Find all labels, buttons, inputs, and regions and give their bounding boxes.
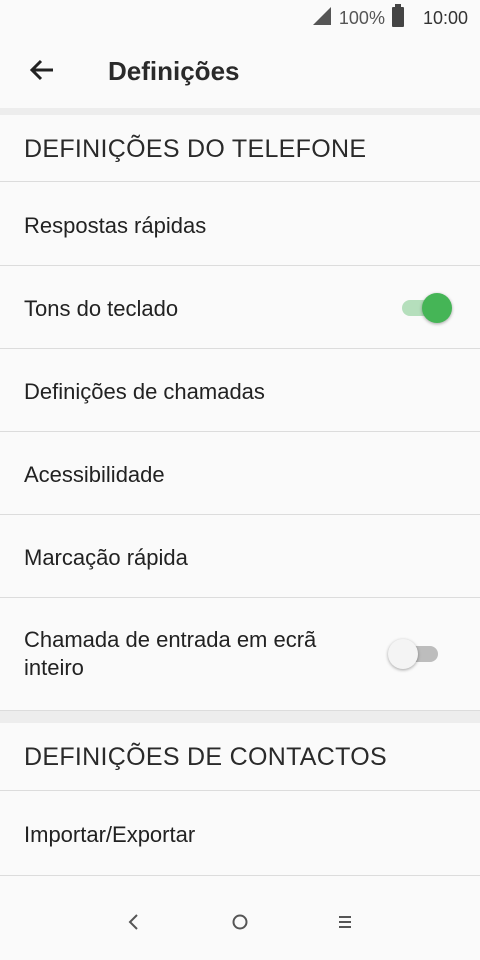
list-item-fullscreen-incoming-call[interactable]: Chamada de entrada em ecrã inteiro bbox=[0, 598, 480, 711]
back-button[interactable] bbox=[18, 48, 66, 96]
list-item-call-settings[interactable]: Definições de chamadas bbox=[0, 349, 480, 432]
page-title: Definições bbox=[108, 56, 240, 86]
list-item-import-export[interactable]: Importar/Exportar bbox=[0, 791, 480, 876]
app-bar: Definições bbox=[0, 36, 480, 109]
nav-recents-icon bbox=[337, 914, 353, 935]
clock: 10:00 bbox=[422, 7, 468, 28]
list-item-label: Marcação rápida bbox=[24, 545, 188, 570]
section-title: DEFINIÇÕES DE CONTACTOS bbox=[24, 743, 387, 771]
toggle-thumb bbox=[422, 293, 452, 323]
section-divider bbox=[0, 711, 480, 723]
list-item-label: Tons do teclado bbox=[24, 296, 179, 321]
list-item-speed-dial[interactable]: Marcação rápida bbox=[0, 515, 480, 598]
nav-home-button[interactable] bbox=[222, 906, 258, 942]
fullscreen-call-toggle[interactable] bbox=[388, 638, 444, 670]
nav-back-button[interactable] bbox=[116, 906, 152, 942]
list-item-label: Acessibilidade bbox=[24, 462, 165, 487]
arrow-back-icon bbox=[28, 56, 56, 89]
list-item-dialpad-tones[interactable]: Tons do teclado bbox=[0, 266, 480, 349]
dialpad-tones-toggle[interactable] bbox=[396, 292, 452, 324]
signal-icon bbox=[311, 5, 333, 32]
nav-recents-button[interactable] bbox=[327, 906, 363, 942]
section-header-contacts: DEFINIÇÕES DE CONTACTOS bbox=[0, 723, 480, 791]
list-item-label: Respostas rápidas bbox=[24, 213, 207, 238]
battery-icon bbox=[391, 3, 405, 33]
toggle-thumb bbox=[388, 639, 418, 669]
list-item-label: Chamada de entrada em ecrã inteiro bbox=[24, 627, 317, 680]
list-item-label: Definições de chamadas bbox=[24, 379, 265, 404]
battery-percent: 100% bbox=[338, 7, 385, 28]
list-item-label: Importar/Exportar bbox=[24, 822, 196, 847]
section-title: DEFINIÇÕES DO TELEFONE bbox=[24, 135, 367, 163]
list-item-quick-responses[interactable]: Respostas rápidas bbox=[0, 182, 480, 266]
navigation-bar bbox=[0, 888, 480, 960]
status-bar: 100% 10:00 bbox=[0, 0, 480, 36]
status-icons: 100% 10:00 bbox=[311, 3, 468, 33]
section-header-phone: DEFINIÇÕES DO TELEFONE bbox=[0, 115, 480, 182]
nav-home-icon bbox=[231, 913, 249, 936]
list-item-accessibility[interactable]: Acessibilidade bbox=[0, 432, 480, 515]
nav-back-icon bbox=[126, 913, 142, 936]
section-divider bbox=[0, 108, 480, 115]
